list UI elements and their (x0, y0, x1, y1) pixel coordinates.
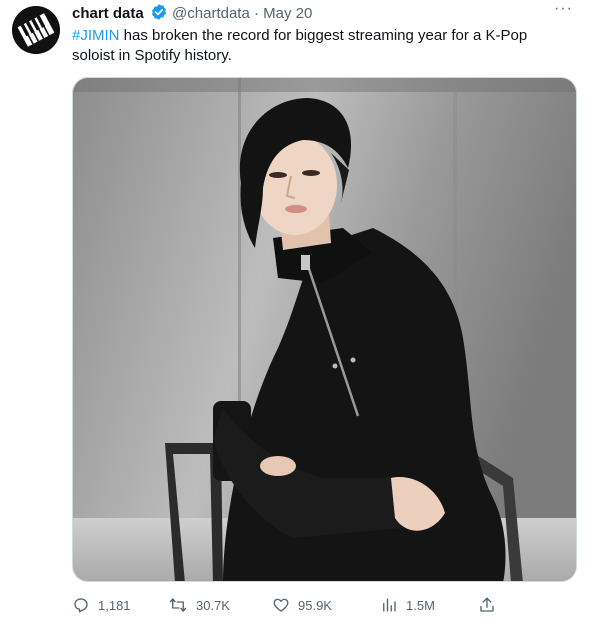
tweet-date[interactable]: May 20 (263, 5, 312, 22)
like-count: 95.9K (298, 597, 332, 613)
avatar[interactable] (12, 6, 60, 54)
tweet-text: #JIMIN has broken the record for biggest… (72, 26, 572, 66)
tweet-photo[interactable] (72, 77, 577, 582)
heart-icon (273, 598, 289, 612)
action-bar: 1,181 30.7K 95.9K 1.5M (72, 594, 512, 616)
reply-count: 1,181 (98, 597, 131, 613)
author-handle[interactable]: @chartdata (172, 5, 250, 22)
tweet[interactable]: chart data @chartdata · May 20 ··· #JIMI… (0, 0, 595, 628)
reply-icon (74, 598, 88, 613)
views-button[interactable]: 1.5M (380, 594, 435, 616)
retweet-count: 30.7K (196, 597, 230, 613)
retweet-button[interactable]: 30.7K (168, 594, 230, 616)
retweet-icon (169, 598, 187, 612)
like-button[interactable]: 95.9K (272, 594, 332, 616)
piano-keys-logo-icon (12, 6, 60, 54)
tweet-body: has broken the record for biggest stream… (72, 27, 528, 64)
verified-badge-icon (150, 3, 168, 27)
photo-illustration (73, 78, 576, 581)
hashtag-link[interactable]: #JIMIN (72, 27, 120, 44)
separator-dot: · (254, 5, 259, 22)
reply-button[interactable]: 1,181 (72, 594, 131, 616)
author-name[interactable]: chart data (72, 5, 144, 22)
views-chart-icon (383, 598, 396, 612)
share-button[interactable] (478, 594, 496, 616)
views-count: 1.5M (406, 597, 435, 613)
more-options-icon[interactable]: ··· (554, 0, 573, 18)
tweet-header: chart data @chartdata · May 20 (72, 3, 312, 27)
share-icon (480, 597, 494, 612)
